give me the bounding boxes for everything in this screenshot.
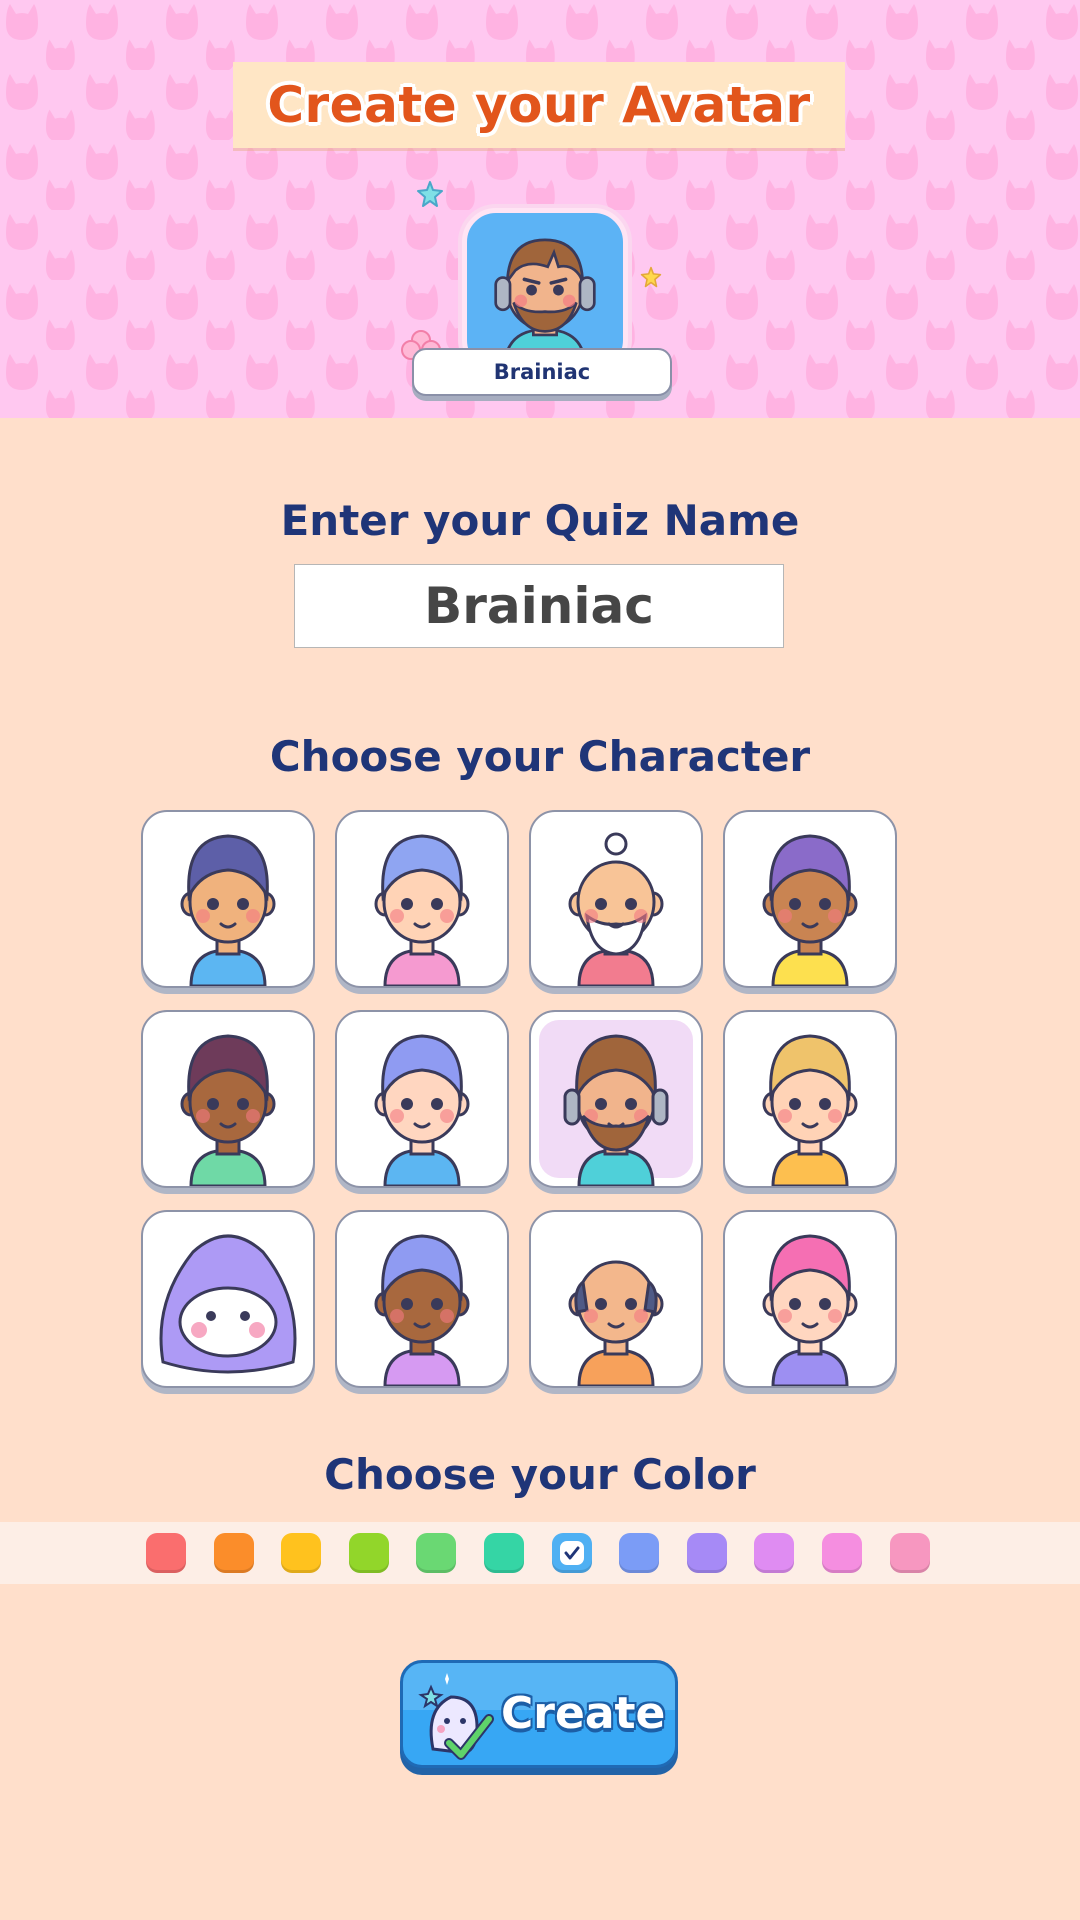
- color-swatch[interactable]: [686, 1533, 727, 1573]
- color-swatch[interactable]: [146, 1533, 186, 1573]
- bald-grandpa-avatar: [568, 1260, 664, 1386]
- star-icon: [417, 181, 443, 207]
- color-swatch[interactable]: [619, 1533, 660, 1573]
- half-robot-girl-avatar: [374, 1234, 470, 1386]
- character-card-headphone-bearded-man[interactable]: [529, 1010, 703, 1188]
- character-card-purple-hair-bearded-boy[interactable]: [141, 810, 315, 988]
- quiz-name-input[interactable]: [294, 564, 784, 648]
- pink-bunny-girl-avatar: [762, 1234, 858, 1386]
- character-card-bald-grandpa[interactable]: [529, 1210, 703, 1388]
- blue-pigtail-girl-avatar: [374, 834, 470, 986]
- character-card-curly-glasses-boy[interactable]: [723, 810, 897, 988]
- color-swatch[interactable]: [281, 1533, 322, 1573]
- purple-hair-bearded-boy-avatar: [180, 834, 276, 986]
- character-grid: [141, 810, 899, 1396]
- checkmark-icon: [559, 1541, 584, 1565]
- create-button-label: Create: [501, 1688, 666, 1739]
- color-swatch[interactable]: [416, 1533, 457, 1573]
- cloud-hat-girl-avatar: [374, 1034, 470, 1186]
- preview-name-label: Brainiac: [412, 348, 672, 396]
- ghost-check-icon: [418, 1673, 494, 1760]
- character-card-old-sage[interactable]: [529, 810, 703, 988]
- header-banner: Create your Avatar Brainiac: [0, 0, 1080, 418]
- page-title: Create your Avatar: [267, 76, 811, 134]
- color-swatch[interactable]: [551, 1533, 592, 1573]
- character-card-bun-hair-girl[interactable]: [141, 1010, 315, 1188]
- character-card-blonde-curly-boy[interactable]: [723, 1010, 897, 1188]
- avatar-preview-character: [494, 238, 596, 369]
- headphone-bearded-man-avatar: [563, 1034, 669, 1186]
- star-icon: [640, 266, 662, 288]
- color-swatch[interactable]: [754, 1533, 795, 1573]
- character-card-pink-bunny-girl[interactable]: [723, 1210, 897, 1388]
- character-heading: Choose your Character: [269, 732, 811, 781]
- quiz-name-heading: Enter your Quiz Name: [280, 496, 800, 545]
- character-card-half-robot-girl[interactable]: [335, 1210, 509, 1388]
- color-swatch[interactable]: [822, 1533, 862, 1573]
- color-swatch[interactable]: [213, 1533, 254, 1573]
- character-card-ghost-hood[interactable]: [141, 1210, 315, 1388]
- bun-hair-girl-avatar: [180, 1034, 276, 1186]
- character-card-cloud-hat-girl[interactable]: [335, 1010, 509, 1188]
- character-card-blue-pigtail-girl[interactable]: [335, 810, 509, 988]
- blonde-curly-boy-avatar: [762, 1034, 858, 1186]
- color-heading: Choose your Color: [324, 1450, 756, 1499]
- ghost-hood-avatar: [159, 1234, 297, 1374]
- color-swatch[interactable]: [889, 1533, 930, 1573]
- curly-glasses-boy-avatar: [762, 834, 858, 986]
- old-sage-avatar: [568, 832, 664, 986]
- color-swatch[interactable]: [484, 1533, 524, 1573]
- create-button[interactable]: Create: [400, 1660, 678, 1768]
- color-swatch[interactable]: [348, 1533, 389, 1573]
